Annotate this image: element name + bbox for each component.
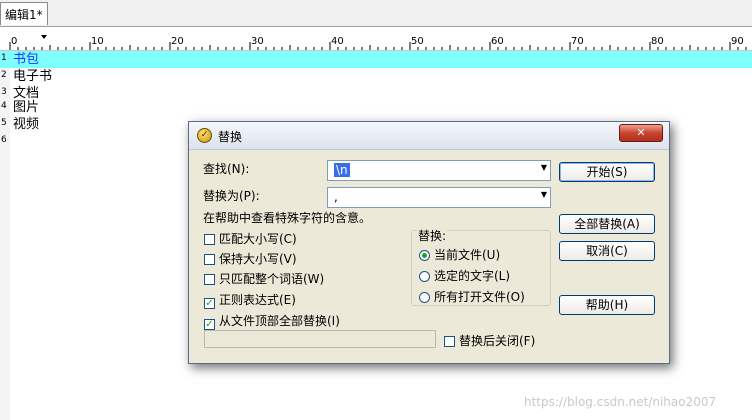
checkbox-label: 替换后关闭(F) [459,334,536,348]
ruler-label: 70 [571,36,584,47]
radio-icon[interactable] [419,271,430,282]
chevron-down-icon[interactable]: ▼ [541,163,547,172]
line-text: 视频 [13,117,40,132]
radio-label: 选定的文字(L) [434,269,511,283]
ruler-label: 80 [651,36,664,47]
scope-title: 替换: [417,227,448,244]
progress-bar [204,330,436,348]
line-number: 4 [1,101,7,111]
close-button[interactable]: ✕ [619,124,663,142]
start-button[interactable]: 开始(S) [559,162,655,182]
tab-bar: 编辑1* [0,0,752,27]
checkmark-icon[interactable]: ✓ [204,319,215,330]
checkbox-box[interactable] [204,234,215,245]
checkbox-box[interactable] [204,254,215,265]
replace-from-top-checkbox[interactable]: ✓ 从文件顶部全部替换(I) [204,312,340,330]
radio-selected-icon[interactable] [419,250,430,261]
ruler-label: 20 [171,36,184,47]
scope-all-files-radio[interactable]: 所有打开文件(O) [419,288,525,305]
dialog-titlebar[interactable]: ✓ 替换 ✕ [189,122,669,150]
editor-line[interactable]: 1 书包 [0,51,752,68]
line-text: 图片 [13,100,40,115]
editor-line[interactable]: 4 图片 [0,99,752,116]
line-text: 书包 [13,52,40,67]
replace-label: 替换为(P): [203,189,260,203]
radio-label: 当前文件(U) [434,248,501,262]
line-text: 电子书 [13,69,53,84]
ruler: 0 10 20 30 40 50 60 70 80 90 [0,34,752,51]
radio-label: 所有打开文件(O) [434,290,525,304]
ruler-label: 10 [91,36,104,47]
checkbox-box[interactable] [444,336,455,347]
ruler-label: 60 [491,36,504,47]
app-icon: ✓ [197,128,212,143]
scope-current-file-radio[interactable]: 当前文件(U) [419,246,500,263]
editor-line[interactable]: 2 电子书 [0,68,752,85]
dialog-title: 替换 [218,130,243,144]
ruler-label: 90 [731,36,744,47]
help-button[interactable]: 帮助(H) [559,295,655,315]
ruler-label: 0 [11,36,18,47]
checkbox-label: 匹配大小写(C) [219,232,297,246]
find-label: 查找(N): [203,162,250,176]
scope-selection-radio[interactable]: 选定的文字(L) [419,267,510,284]
help-hint-text: 在帮助中查看特殊字符的含意。 [203,211,372,225]
checkbox-box[interactable] [204,274,215,285]
ruler-label: 30 [251,36,264,47]
chevron-down-icon[interactable]: ▼ [541,190,547,199]
tab-label: 编辑1* [5,8,43,22]
whole-word-checkbox[interactable]: 只匹配整个词语(W) [204,270,324,287]
tab-document[interactable]: 编辑1* [0,2,48,25]
ruler-label: 40 [331,36,344,47]
checkbox-label: 正则表达式(E) [219,293,296,307]
line-number: 3 [1,87,7,97]
replace-dialog: ✓ 替换 ✕ 查找(N): \n ▼ 替换为(P): , ▼ 在帮助中查看特殊字… [188,121,670,364]
ruler-label: 50 [411,36,424,47]
line-number: 1 [1,53,7,63]
line-number: 5 [1,118,7,128]
cancel-button[interactable]: 取消(C) [559,241,655,261]
line-number: 6 [1,135,7,145]
radio-icon[interactable] [419,292,430,303]
find-value: \n [334,163,350,177]
checkbox-label: 保持大小写(V) [219,252,297,266]
close-after-replace-checkbox[interactable]: 替换后关闭(F) [444,332,535,349]
replace-input[interactable]: , ▼ [327,187,551,208]
ruler-ticks [9,35,747,50]
watermark-text: https://blog.csdn.net/nihao2007 [524,395,717,409]
checkmark-icon[interactable]: ✓ [204,298,215,309]
checkbox-label: 只匹配整个词语(W) [219,272,325,286]
find-input[interactable]: \n ▼ [327,160,551,181]
line-number: 2 [1,70,7,80]
checkbox-label: 从文件顶部全部替换(I) [219,314,340,328]
match-case-checkbox[interactable]: 匹配大小写(C) [204,230,297,247]
replace-value: , [334,190,338,204]
regex-checkbox[interactable]: ✓ 正则表达式(E) [204,291,296,309]
replace-all-button[interactable]: 全部替换(A) [559,214,655,234]
ruler-marker-icon [41,35,47,39]
preserve-case-checkbox[interactable]: 保持大小写(V) [204,250,297,267]
